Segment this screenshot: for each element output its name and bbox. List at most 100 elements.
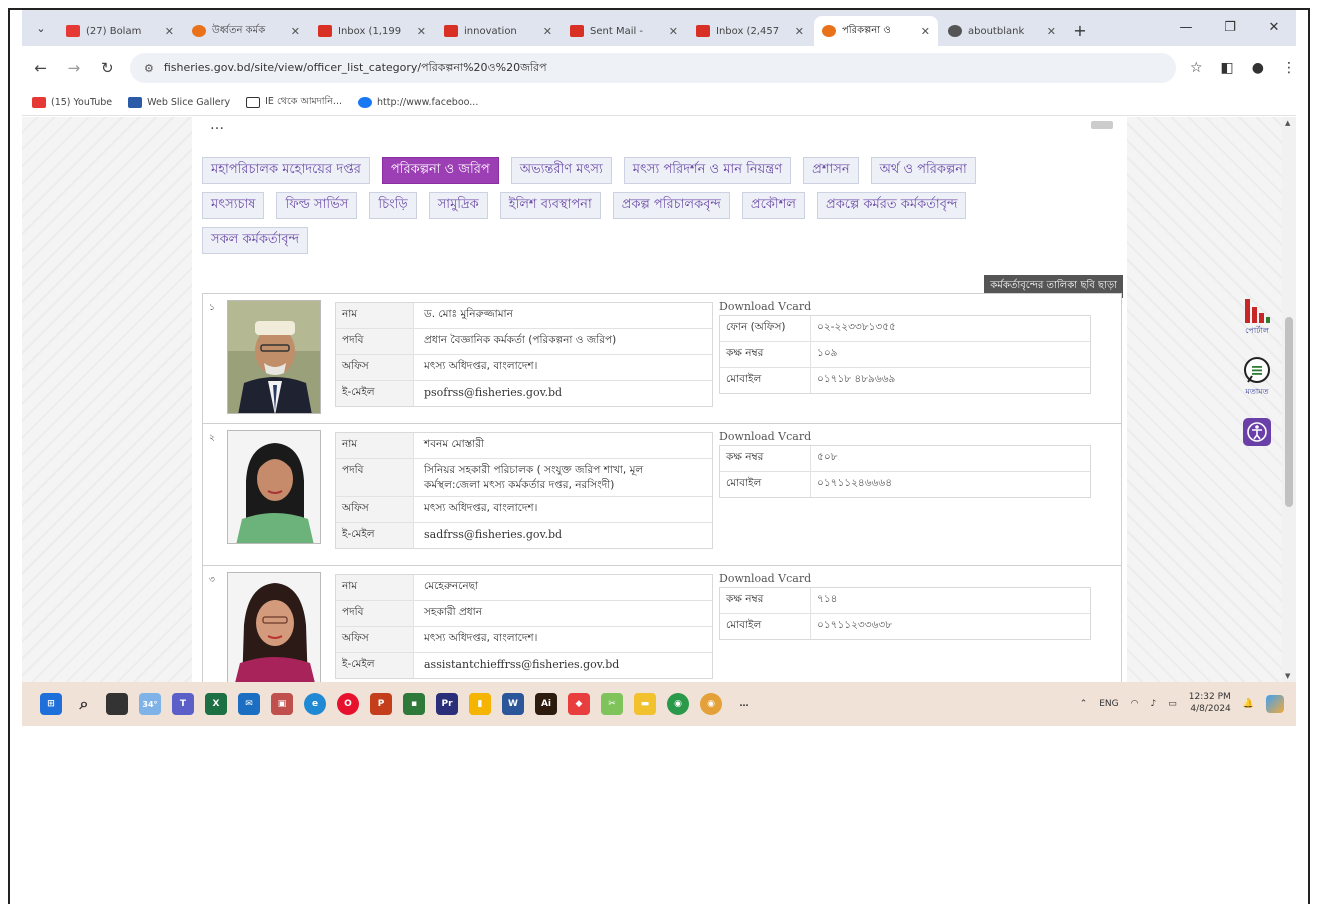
menu-shrimp[interactable]: চিংড়ি — [369, 192, 417, 219]
menu-all-officers[interactable]: সকল কর্মকর্তাবৃন্দ — [202, 227, 309, 254]
powerpoint-icon[interactable]: P — [370, 693, 392, 715]
download-vcard-link[interactable]: Download Vcard — [719, 430, 1093, 443]
edge-icon[interactable]: e — [304, 693, 326, 715]
browser-window: ⌄ (27) Bolam ✕ উর্ধ্বতন কর্মক ✕ Inbox (1,1… — [22, 10, 1296, 726]
close-icon[interactable]: ✕ — [291, 25, 300, 38]
menu-inspection-quality[interactable]: মৎস্য পরিদর্শন ও মান নিয়ন্ত্রণ — [623, 157, 792, 184]
close-icon[interactable]: ✕ — [921, 25, 930, 38]
file-explorer-icon[interactable]: ▬ — [634, 693, 656, 715]
officer-row: ২ নাম শবনম মোস্তারী পদবি সিনিয়র সহকারী … — [202, 423, 1122, 565]
tab-planning-survey[interactable]: পরিকল্পনা ও ✕ — [814, 16, 938, 46]
reload-button[interactable]: ↻ — [93, 53, 122, 83]
menu-icon[interactable]: ⋮ — [1282, 60, 1296, 76]
close-icon[interactable]: ✕ — [795, 25, 804, 38]
menu-engineering[interactable]: প্রকৌশল — [741, 192, 805, 219]
task-view-icon[interactable] — [106, 693, 128, 715]
weather-icon[interactable]: 34° — [139, 693, 161, 715]
site-info-icon[interactable]: ⚙ — [144, 62, 154, 75]
menu-marine[interactable]: সামুদ্রিক — [428, 192, 488, 219]
menu-inland-fisheries[interactable]: অভ্যন্তরীণ মৎস্য — [510, 157, 612, 184]
bookmark-facebook[interactable]: http://www.faceboo... — [358, 97, 478, 108]
tab-sent-mail[interactable]: Sent Mail - ✕ — [562, 16, 686, 46]
sidepanel-icon[interactable]: ◧ — [1221, 60, 1234, 76]
tab-inbox-1[interactable]: Inbox (1,199 ✕ — [310, 16, 434, 46]
menu-dg-office[interactable]: মহাপরিচালক মহোদয়ের দপ্তর — [202, 157, 370, 184]
close-icon[interactable]: ✕ — [417, 25, 426, 38]
search-icon[interactable]: ⌕ — [73, 693, 95, 715]
copilot-icon[interactable] — [1266, 695, 1284, 713]
menu-project-directors[interactable]: প্রকল্প পরিচালকবৃন্দ — [612, 192, 730, 219]
new-tab-button[interactable]: + — [1066, 16, 1094, 44]
tab-innovation[interactable]: innovation ✕ — [436, 16, 560, 46]
premiere-icon[interactable]: Pr — [436, 693, 458, 715]
tab-title: উর্ধ্বতন কর্মক — [212, 24, 266, 36]
menu-planning-survey[interactable]: পরিকল্পনা ও জরিপ — [381, 157, 499, 184]
close-icon[interactable]: ✕ — [1047, 25, 1056, 38]
anydesk-icon[interactable]: ◆ — [568, 693, 590, 715]
accessibility-widget[interactable] — [1232, 417, 1282, 447]
back-button[interactable]: ← — [26, 53, 55, 83]
language-indicator[interactable]: ENG — [1099, 699, 1118, 709]
officer-email[interactable]: sadfrss@fisheries.gov.bd — [414, 523, 712, 548]
wifi-icon[interactable]: ◠ — [1131, 699, 1139, 709]
menu-administration[interactable]: প্রশাসন — [803, 157, 859, 184]
close-icon[interactable]: ✕ — [165, 25, 174, 38]
chrome-icon[interactable]: ◉ — [667, 693, 689, 715]
tab-youtube[interactable]: (27) Bolam ✕ — [58, 16, 182, 46]
star-icon[interactable]: ☆ — [1190, 60, 1203, 76]
vcard-section: Download Vcard কক্ষ নম্বর ৭১৪ মোবাইল ০১৭১১… — [719, 572, 1093, 640]
illustrator-icon[interactable]: Ai — [535, 693, 557, 715]
bookmark-folder[interactable]: IE থেকে আমদানি... — [246, 95, 342, 110]
menu-aquaculture[interactable]: মৎস্যচাষ — [202, 192, 265, 219]
restore-icon[interactable]: ❐ — [1208, 10, 1252, 44]
profile-icon[interactable]: ● — [1252, 60, 1264, 76]
snipping-icon[interactable]: ✂ — [601, 693, 623, 715]
minimize-icon[interactable]: — — [1164, 10, 1208, 44]
page-scrollbar[interactable]: ▲ ▼ — [1282, 117, 1296, 682]
more-icon[interactable]: … — [733, 693, 755, 715]
download-vcard-link[interactable]: Download Vcard — [719, 300, 1093, 313]
download-vcard-link[interactable]: Download Vcard — [719, 572, 1093, 585]
clock[interactable]: 12:32 PM 4/8/2024 — [1189, 692, 1231, 715]
site-icon — [822, 25, 836, 37]
tab-aboutblank[interactable]: aboutblank ✕ — [940, 16, 1064, 46]
windows-start-icon[interactable]: ⊞ — [40, 693, 62, 715]
close-icon[interactable]: ✕ — [543, 25, 552, 38]
bookmark-youtube[interactable]: (15) YouTube — [32, 97, 112, 108]
officer-email[interactable]: psofrss@fisheries.gov.bd — [414, 381, 712, 406]
menu-field-service[interactable]: ফিল্ড সার্ভিস — [276, 192, 358, 219]
menu-finance-planning[interactable]: অর্থ ও পরিকল্পনা — [870, 157, 976, 184]
scroll-down-icon[interactable]: ▼ — [1285, 672, 1290, 680]
menu-hilsa[interactable]: ইলিশ ব্যবস্থাপনা — [499, 192, 601, 219]
battery-icon[interactable]: ▭ — [1168, 699, 1177, 709]
word-icon[interactable]: W — [502, 693, 524, 715]
notification-bell-icon[interactable]: 🔔 — [1243, 699, 1254, 709]
file-icon[interactable]: ▮ — [469, 693, 491, 715]
accessibility-icon — [1243, 418, 1271, 446]
chrome-profile-icon[interactable]: ◉ — [700, 693, 722, 715]
mail-icon[interactable]: ✉ — [238, 693, 260, 715]
bookmark-web-slice[interactable]: Web Slice Gallery — [128, 97, 230, 108]
officer-email[interactable]: assistantchieffrss@fisheries.gov.bd — [414, 653, 712, 678]
tab-officer-list[interactable]: উর্ধ্বতন কর্মক ✕ — [184, 16, 308, 46]
close-window-icon[interactable]: ✕ — [1252, 10, 1296, 44]
scroll-up-icon[interactable]: ▲ — [1285, 119, 1290, 127]
teams-icon[interactable]: T — [172, 693, 194, 715]
excel-icon[interactable]: X — [205, 693, 227, 715]
close-icon[interactable]: ✕ — [669, 25, 678, 38]
photo-app-icon[interactable]: ▣ — [271, 693, 293, 715]
scroll-thumb[interactable] — [1285, 317, 1293, 507]
volume-icon[interactable]: ♪ — [1151, 699, 1157, 709]
forward-button[interactable]: → — [59, 53, 88, 83]
opera-icon[interactable]: O — [337, 693, 359, 715]
chevron-up-icon[interactable]: ⌃ — [1080, 699, 1088, 709]
gmail-icon — [318, 25, 332, 37]
feedback-widget[interactable]: মতামত — [1232, 356, 1282, 399]
stats-widget[interactable]: পোর্টাল — [1232, 297, 1282, 338]
menu-project-officers[interactable]: প্রকল্পে কর্মরত কর্মকর্তাবৃন্দ — [816, 192, 967, 219]
tab-inbox-2[interactable]: Inbox (2,457 ✕ — [688, 16, 812, 46]
address-bar[interactable]: ⚙ fisheries.gov.bd/site/view/officer_lis… — [129, 53, 1176, 83]
tab-search-button[interactable]: ⌄ — [28, 14, 54, 42]
sticky-notes-icon[interactable]: ▪ — [403, 693, 425, 715]
tab-title: Sent Mail - — [590, 25, 644, 37]
